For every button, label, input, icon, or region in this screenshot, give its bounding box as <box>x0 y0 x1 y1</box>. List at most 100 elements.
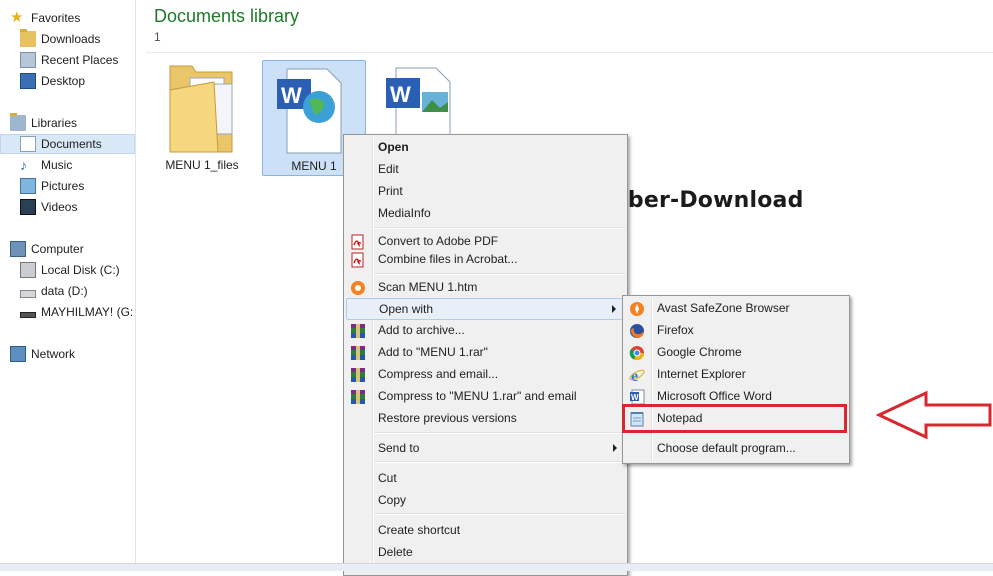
music-icon: ♪ <box>20 157 27 173</box>
nav-network-label: Network <box>31 347 76 361</box>
menu-item-mediainfo[interactable]: MediaInfo <box>346 203 625 225</box>
winrar-icon <box>350 367 366 383</box>
menu-item-label: Microsoft Office Word <box>657 389 772 403</box>
library-subtitle: 1 <box>154 30 161 44</box>
menu-separator <box>374 273 625 275</box>
chrome-icon <box>629 345 645 361</box>
nav-network[interactable]: Network <box>10 344 135 364</box>
context-menu: Open Edit Print MediaInfo Convert to Adobe P… <box>343 134 628 576</box>
menu-item-label: Cut <box>378 471 397 485</box>
adobe-pdf-icon <box>350 252 366 268</box>
menu-item-label: Restore previous versions <box>378 411 517 425</box>
submenu-item-firefox[interactable]: Firefox <box>625 320 847 342</box>
nav-favorites-label: Favorites <box>31 11 81 25</box>
menu-item-print[interactable]: Print <box>346 181 625 203</box>
nav-videos-label: Videos <box>41 200 78 214</box>
videos-icon <box>20 199 36 215</box>
svg-text:W: W <box>281 83 302 108</box>
network-icon <box>10 346 26 362</box>
menu-item-label: Combine files in Acrobat... <box>378 252 518 266</box>
nav-desktop[interactable]: Desktop <box>20 71 135 91</box>
navigation-pane: ★ Favorites Downloads Recent Places Desk… <box>0 0 136 563</box>
menu-separator <box>374 432 625 434</box>
notepad-highlight-box <box>622 404 847 433</box>
nav-videos[interactable]: Videos <box>20 197 135 217</box>
menu-item-label: Avast SafeZone Browser <box>657 301 790 315</box>
menu-item-compress-email[interactable]: Compress and email... <box>346 364 625 386</box>
nav-downloads[interactable]: Downloads <box>20 29 135 49</box>
menu-item-restore-versions[interactable]: Restore previous versions <box>346 408 625 430</box>
menu-item-label: Compress to "MENU 1.rar" and email <box>378 389 577 403</box>
nav-computer[interactable]: Computer <box>10 239 135 259</box>
menu-separator <box>374 227 625 229</box>
menu-item-send-to[interactable]: Send to <box>346 438 625 460</box>
ms-word-icon: W <box>629 389 645 405</box>
menu-item-label: Internet Explorer <box>657 367 746 381</box>
menu-item-open-with[interactable]: Open with <box>346 298 625 320</box>
submenu-item-choose-default[interactable]: Choose default program... <box>625 438 847 460</box>
open-with-submenu: Avast SafeZone Browser Firefox Google Chro… <box>622 295 850 464</box>
svg-text:W: W <box>390 82 411 107</box>
header-divider <box>146 52 993 53</box>
nav-local-disk-label: Local Disk (C:) <box>41 263 120 277</box>
submenu-item-internet-explorer[interactable]: e Internet Explorer <box>625 364 847 386</box>
menu-item-create-shortcut[interactable]: Create shortcut <box>346 520 625 542</box>
nav-recent-label: Recent Places <box>41 53 119 67</box>
menu-item-delete[interactable]: Delete <box>346 542 625 564</box>
menu-item-label: Delete <box>378 545 413 559</box>
pictures-icon <box>20 178 36 194</box>
nav-desktop-label: Desktop <box>41 74 86 88</box>
menu-item-label: Create shortcut <box>378 523 461 537</box>
menu-item-label: Choose default program... <box>657 441 796 455</box>
menu-item-label: Add to archive... <box>378 323 465 337</box>
submenu-item-chrome[interactable]: Google Chrome <box>625 342 847 364</box>
nav-data-drive[interactable]: data (D:) <box>20 281 135 301</box>
nav-local-disk[interactable]: Local Disk (C:) <box>20 260 135 280</box>
desktop-icon <box>20 73 36 89</box>
nav-documents[interactable]: Documents <box>0 134 135 154</box>
avast-browser-icon <box>629 301 645 317</box>
menu-item-open[interactable]: Open <box>346 137 625 159</box>
nav-favorites[interactable]: ★ Favorites <box>10 8 135 28</box>
nav-pictures-label: Pictures <box>41 179 85 193</box>
internet-explorer-icon: e <box>629 367 645 385</box>
nav-libraries-label: Libraries <box>31 116 78 130</box>
avast-icon <box>350 280 366 296</box>
nav-computer-label: Computer <box>31 242 84 256</box>
nav-recent-places[interactable]: Recent Places <box>20 50 135 70</box>
menu-item-label: Open <box>378 140 409 154</box>
disk-icon <box>20 262 36 278</box>
nav-music[interactable]: ♪ Music <box>20 155 135 175</box>
submenu-item-avast-browser[interactable]: Avast SafeZone Browser <box>625 298 847 320</box>
menu-item-combine-acrobat[interactable]: Combine files in Acrobat... <box>346 249 625 271</box>
menu-item-add-rar[interactable]: Add to "MENU 1.rar" <box>346 342 625 364</box>
menu-separator <box>374 461 625 463</box>
menu-item-label: Scan MENU 1.htm <box>378 280 478 294</box>
menu-item-label: MediaInfo <box>378 206 431 220</box>
adobe-pdf-icon <box>350 234 366 250</box>
firefox-icon <box>629 323 645 339</box>
menu-item-label: Add to "MENU 1.rar" <box>378 345 488 359</box>
menu-item-edit[interactable]: Edit <box>346 159 625 181</box>
usb-drive-icon <box>20 312 36 318</box>
menu-item-cut[interactable]: Cut <box>346 468 625 490</box>
winrar-icon <box>350 389 366 405</box>
nav-usb-drive[interactable]: MAYHILMAY! (G: <box>20 302 135 322</box>
computer-icon <box>10 241 26 257</box>
nav-pictures[interactable]: Pictures <box>20 176 135 196</box>
word-document-icon: W <box>277 68 342 154</box>
menu-item-add-archive[interactable]: Add to archive... <box>346 320 625 342</box>
menu-item-label: Send to <box>378 441 420 455</box>
file-item-folder[interactable]: MENU 1_files <box>151 60 253 174</box>
nav-data-label: data (D:) <box>41 284 88 298</box>
submenu-arrow-icon <box>612 305 616 313</box>
menu-item-compress-rar-email[interactable]: Compress to "MENU 1.rar" and email <box>346 386 625 408</box>
menu-item-label: Google Chrome <box>657 345 742 359</box>
menu-item-copy[interactable]: Copy <box>346 490 625 512</box>
documents-icon <box>20 136 36 152</box>
nav-libraries[interactable]: Libraries <box>10 113 135 133</box>
page-title: Documents library <box>154 6 300 26</box>
menu-item-scan[interactable]: Scan MENU 1.htm <box>346 277 625 299</box>
file-label: MENU 1_files <box>165 158 239 172</box>
menu-item-label: Print <box>378 184 403 198</box>
